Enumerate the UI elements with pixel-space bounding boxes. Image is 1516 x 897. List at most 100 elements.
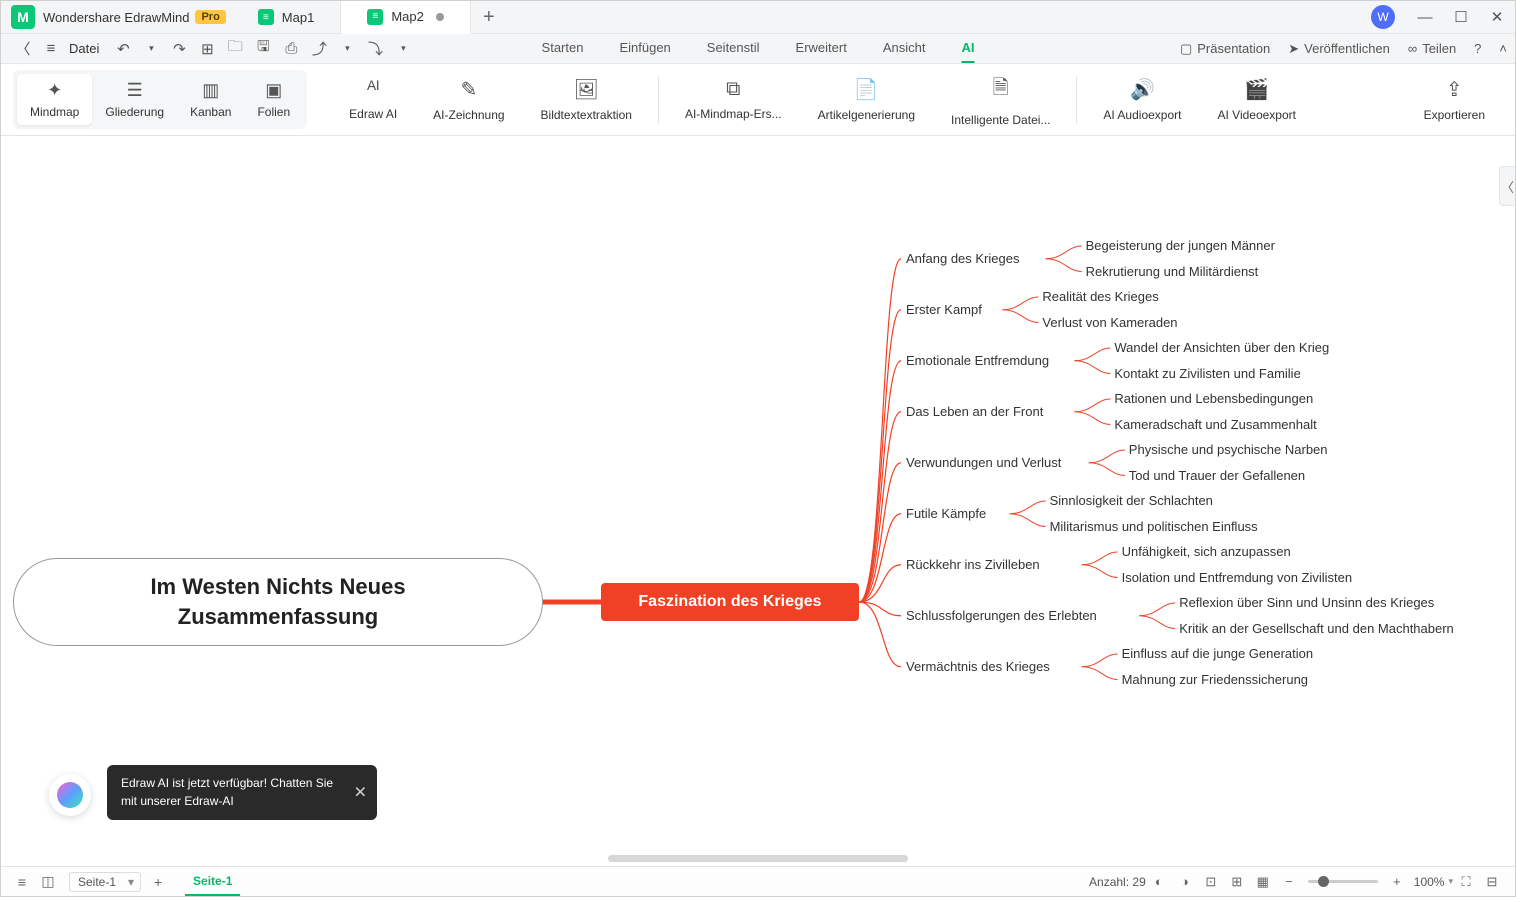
zoom-tool-2[interactable]: ◑	[1175, 872, 1195, 892]
user-avatar[interactable]: W	[1371, 5, 1395, 29]
leaf-node[interactable]: Rationen und Lebensbedingungen	[1114, 391, 1313, 406]
help-button[interactable]: ?	[1474, 41, 1481, 56]
tab-einfuegen[interactable]: Einfügen	[619, 34, 670, 63]
exportieren-button[interactable]: ⇪Exportieren	[1406, 77, 1503, 122]
fullscreen-button[interactable]: ⛶	[1456, 872, 1476, 892]
zoom-tool-3[interactable]: ⊡	[1201, 872, 1221, 892]
view-mode-mindmap[interactable]: ✦Mindmap	[17, 74, 92, 125]
branch-node[interactable]: Das Leben an der Front	[906, 404, 1043, 419]
file-menu[interactable]: Datei	[69, 41, 99, 56]
undo-dropdown-icon[interactable]: ▾	[139, 37, 163, 61]
leaf-node[interactable]: Tod und Trauer der Gefallenen	[1129, 468, 1305, 483]
branch-node[interactable]: Erster Kampf	[906, 302, 982, 317]
maximize-button[interactable]: ☐	[1443, 1, 1479, 33]
separator	[1076, 76, 1077, 124]
leaf-node[interactable]: Isolation und Entfremdung von Zivilisten	[1122, 570, 1353, 585]
leaf-node[interactable]: Kritik an der Gesellschaft und den Macht…	[1179, 621, 1454, 636]
main-node[interactable]: Faszination des Krieges	[601, 583, 859, 621]
leaf-node[interactable]: Militarismus und politischen Einfluss	[1050, 519, 1258, 534]
bildtext-button[interactable]: 🖼Bildtextextraktion	[523, 77, 650, 122]
view-mode-gliederung[interactable]: ☰Gliederung	[92, 74, 177, 125]
undo-button[interactable]: ↶	[111, 37, 135, 61]
zoom-slider-thumb[interactable]	[1318, 876, 1329, 887]
leaf-node[interactable]: Kontakt zu Zivilisten und Familie	[1114, 366, 1300, 381]
document-tab-map2[interactable]: ≡ Map2	[341, 1, 471, 34]
print-button[interactable]: ⎙	[279, 37, 303, 61]
tab-starten[interactable]: Starten	[542, 34, 584, 63]
leaf-node[interactable]: Realität des Krieges	[1042, 289, 1158, 304]
fit-button[interactable]: ⊟	[1482, 872, 1502, 892]
publish-button[interactable]: ➤Veröffentlichen	[1288, 41, 1390, 57]
side-panel-toggle[interactable]: 〈	[1499, 166, 1515, 206]
leaf-node[interactable]: Verlust von Kameraden	[1042, 315, 1177, 330]
branch-node[interactable]: Schlussfolgerungen des Erlebten	[906, 608, 1097, 623]
tab-ansicht[interactable]: Ansicht	[883, 34, 926, 63]
save-button[interactable]: 🖫	[251, 37, 275, 61]
branch-node[interactable]: Vermächtnis des Krieges	[906, 659, 1050, 674]
leaf-node[interactable]: Einfluss auf die junge Generation	[1122, 646, 1314, 661]
view-mode-folien[interactable]: ▣Folien	[244, 74, 303, 125]
tab-erweitert[interactable]: Erweitert	[796, 34, 847, 63]
import-quick-button[interactable]: ⤵	[363, 37, 387, 61]
zoom-slider[interactable]	[1308, 880, 1378, 883]
branch-node[interactable]: Emotionale Entfremdung	[906, 353, 1049, 368]
branch-node[interactable]: Anfang des Krieges	[906, 251, 1019, 266]
branch-node[interactable]: Futile Kämpfe	[906, 506, 986, 521]
zoom-tool-5[interactable]: ▦	[1253, 872, 1273, 892]
leaf-node[interactable]: Mahnung zur Friedenssicherung	[1122, 672, 1308, 687]
tab-ai[interactable]: AI	[961, 34, 974, 63]
ai-video-button[interactable]: 🎬AI Videoexport	[1199, 77, 1314, 122]
open-file-button[interactable]: 🗀	[223, 37, 247, 61]
zoom-dropdown-icon[interactable]: ▾	[1448, 876, 1453, 887]
redo-button[interactable]: ↷	[167, 37, 191, 61]
close-button[interactable]: ✕	[1479, 1, 1515, 33]
branch-node[interactable]: Verwundungen und Verlust	[906, 455, 1061, 470]
ai-audio-button[interactable]: 🔊AI Audioexport	[1085, 77, 1199, 122]
new-tab-button[interactable]: +	[471, 1, 507, 33]
close-icon[interactable]: ✕	[354, 781, 367, 804]
leaf-node[interactable]: Wandel der Ansichten über den Krieg	[1114, 340, 1329, 355]
zoom-out-button[interactable]: −	[1279, 872, 1299, 892]
back-button[interactable]: 〈	[11, 37, 35, 61]
leaf-node[interactable]: Reflexion über Sinn und Unsinn des Krieg…	[1179, 595, 1434, 610]
artikelgen-button[interactable]: 📄Artikelgenerierung	[800, 77, 933, 122]
split-view-button[interactable]: ◫	[37, 871, 59, 893]
leaf-node[interactable]: Physische und psychische Narben	[1129, 442, 1328, 457]
ai-assistant-button[interactable]	[49, 774, 91, 816]
branch-node[interactable]: Rückkehr ins Zivilleben	[906, 557, 1040, 572]
tab-label: Map2	[391, 9, 424, 24]
view-mode-kanban[interactable]: ▥Kanban	[177, 74, 244, 125]
horizontal-scrollbar[interactable]	[608, 855, 908, 862]
ai-zeichnung-button[interactable]: ✎AI-Zeichnung	[415, 77, 522, 122]
root-node[interactable]: Im Westen Nichts Neues Zusammenfassung	[13, 558, 543, 646]
intelligente-datei-button[interactable]: 🗎Intelligente Datei...	[933, 73, 1068, 127]
share-button[interactable]: ∞Teilen	[1408, 41, 1456, 56]
collapse-ribbon-button[interactable]: ˄	[1499, 41, 1507, 56]
mindmap-canvas[interactable]: Im Westen Nichts Neues Zusammenfassung F…	[1, 136, 1515, 866]
leaf-node[interactable]: Unfähigkeit, sich anzupassen	[1122, 544, 1291, 559]
add-page-button[interactable]: +	[147, 871, 169, 893]
outline-panel-button[interactable]: ≡	[11, 871, 33, 893]
zoom-tool-4[interactable]: ⊞	[1227, 872, 1247, 892]
minimize-button[interactable]: —	[1407, 1, 1443, 33]
leaf-node[interactable]: Rekrutierung und Militärdienst	[1086, 264, 1259, 279]
tab-seitenstil[interactable]: Seitenstil	[707, 34, 760, 63]
zoom-in-button[interactable]: +	[1387, 872, 1407, 892]
document-tab-map1[interactable]: ≡ Map1	[232, 1, 342, 33]
page-tab-active[interactable]: Seite-1	[185, 868, 240, 896]
import-dropdown-icon[interactable]: ▾	[391, 37, 415, 61]
menu-icon[interactable]: ≡	[39, 37, 63, 61]
export-dropdown-icon[interactable]: ▾	[335, 37, 359, 61]
leaf-node[interactable]: Sinnlosigkeit der Schlachten	[1050, 493, 1213, 508]
zoom-tool-1[interactable]: ◐	[1149, 872, 1169, 892]
export-quick-button[interactable]: ⤴	[307, 37, 331, 61]
page-selector[interactable]: Seite-1	[69, 872, 141, 892]
presentation-button[interactable]: ▢Präsentation	[1180, 41, 1270, 57]
ai-mindmap-button[interactable]: ⧉AI-Mindmap-Ers...	[667, 78, 800, 121]
node-count-value: 29	[1132, 875, 1145, 889]
leaf-node[interactable]: Begeisterung der jungen Männer	[1086, 238, 1275, 253]
leaf-node[interactable]: Kameradschaft und Zusammenhalt	[1114, 417, 1316, 432]
edraw-ai-button[interactable]: ᴬᴵEdraw AI	[331, 78, 415, 121]
new-file-button[interactable]: ⊞	[195, 37, 219, 61]
connector-svg	[1, 136, 1515, 866]
